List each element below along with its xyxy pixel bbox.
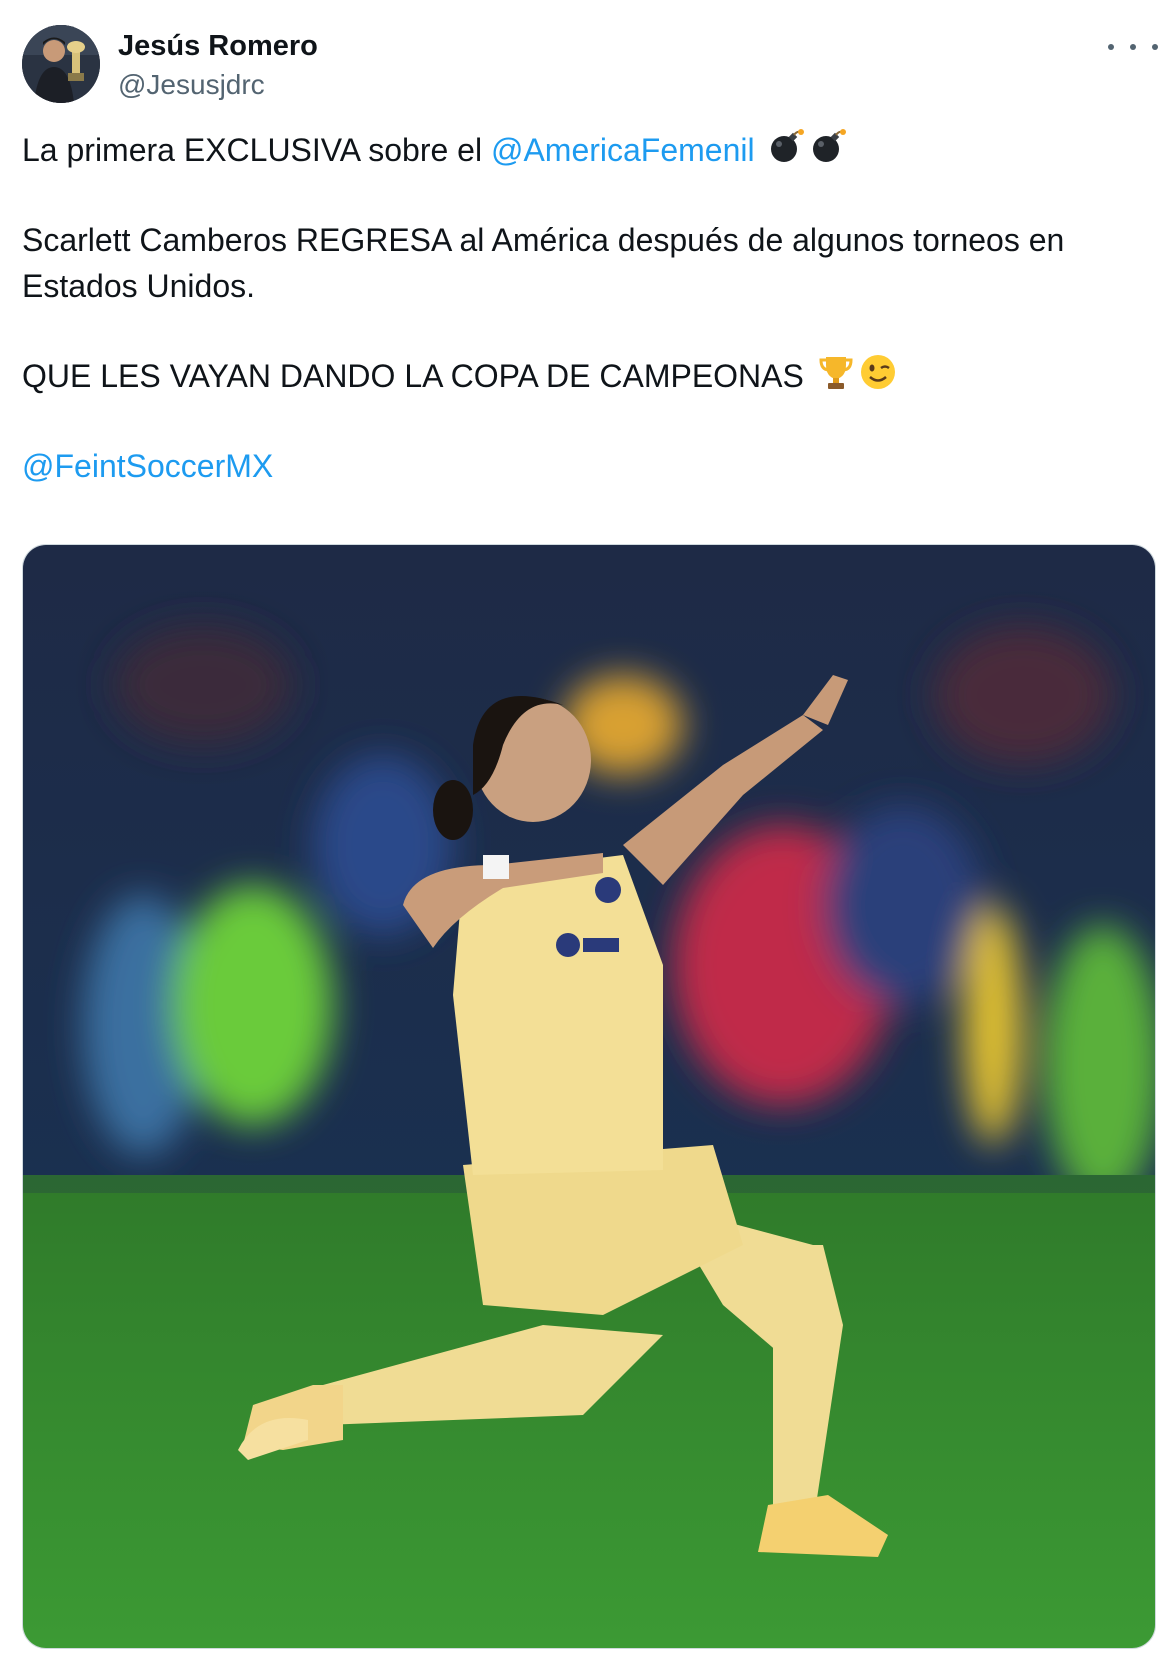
tweet-text-line-1: La primera EXCLUSIVA sobre el @AmericaFe… bbox=[22, 126, 848, 178]
tweet-card: Jesús Romero @Jesusjdrc La primera EXCLU… bbox=[0, 0, 1176, 1664]
tweet-text-line-3: Estados Unidos. bbox=[22, 268, 256, 304]
tweet-text-line-5: @FeintSoccerMX bbox=[22, 442, 273, 490]
more-dot-icon bbox=[1152, 44, 1158, 50]
more-dot-icon bbox=[1130, 44, 1136, 50]
tweet-text: La primera EXCLUSIVA sobre el bbox=[22, 132, 491, 168]
author-avatar[interactable] bbox=[22, 25, 100, 103]
more-options-button[interactable] bbox=[1108, 34, 1158, 60]
bomb-icon bbox=[810, 127, 848, 178]
tweet-text: QUE LES VAYAN DANDO LA COPA DE CAMPEONAS bbox=[22, 358, 804, 394]
trophy-icon bbox=[817, 353, 855, 404]
author-name[interactable]: Jesús Romero bbox=[118, 28, 318, 64]
more-dot-icon bbox=[1108, 44, 1114, 50]
author-handle[interactable]: @Jesusjdrc bbox=[118, 68, 265, 102]
mention-link-feintsoccermx[interactable]: @FeintSoccerMX bbox=[22, 448, 273, 484]
tweet-photo[interactable] bbox=[22, 544, 1156, 1649]
mention-link-americafemenil[interactable]: @AmericaFemenil bbox=[491, 132, 755, 168]
tweet-text-line-2: Scarlett Camberos REGRESA al América des… bbox=[22, 222, 1065, 258]
bomb-icon bbox=[768, 127, 806, 178]
winking-face-icon bbox=[859, 353, 897, 404]
tweet-text-line-4: QUE LES VAYAN DANDO LA COPA DE CAMPEONAS bbox=[22, 352, 897, 404]
